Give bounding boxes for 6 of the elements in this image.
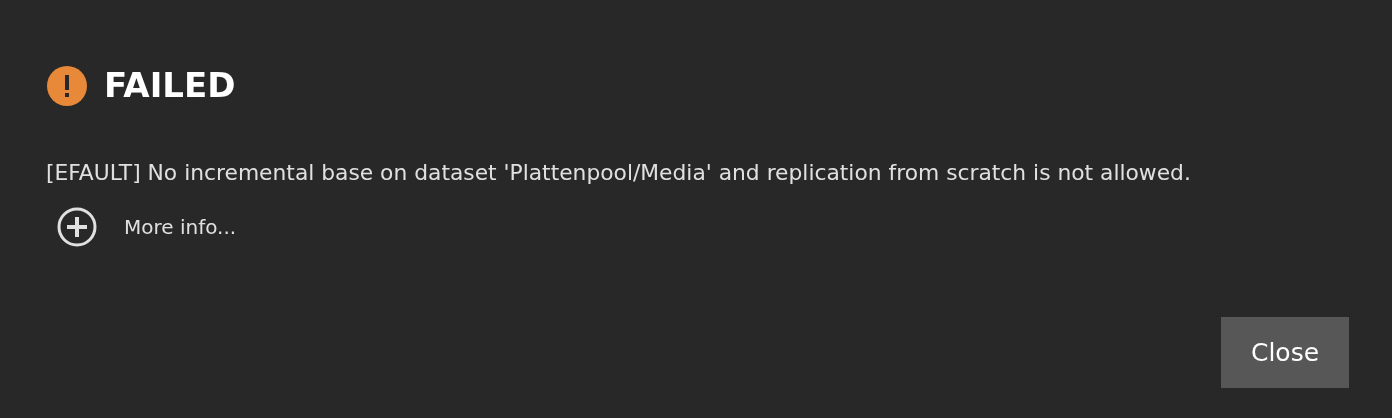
close-button[interactable]: Close bbox=[1221, 317, 1349, 388]
warning-icon bbox=[46, 64, 88, 107]
more-info-toggle[interactable]: More info... bbox=[56, 205, 237, 248]
dialog-title: FAILED bbox=[104, 64, 236, 107]
error-message: [EFAULT] No incremental base on dataset 'Plattenpool/Media' and replication from scratch is not allowed. bbox=[46, 159, 1192, 187]
plus-icon bbox=[56, 205, 98, 248]
